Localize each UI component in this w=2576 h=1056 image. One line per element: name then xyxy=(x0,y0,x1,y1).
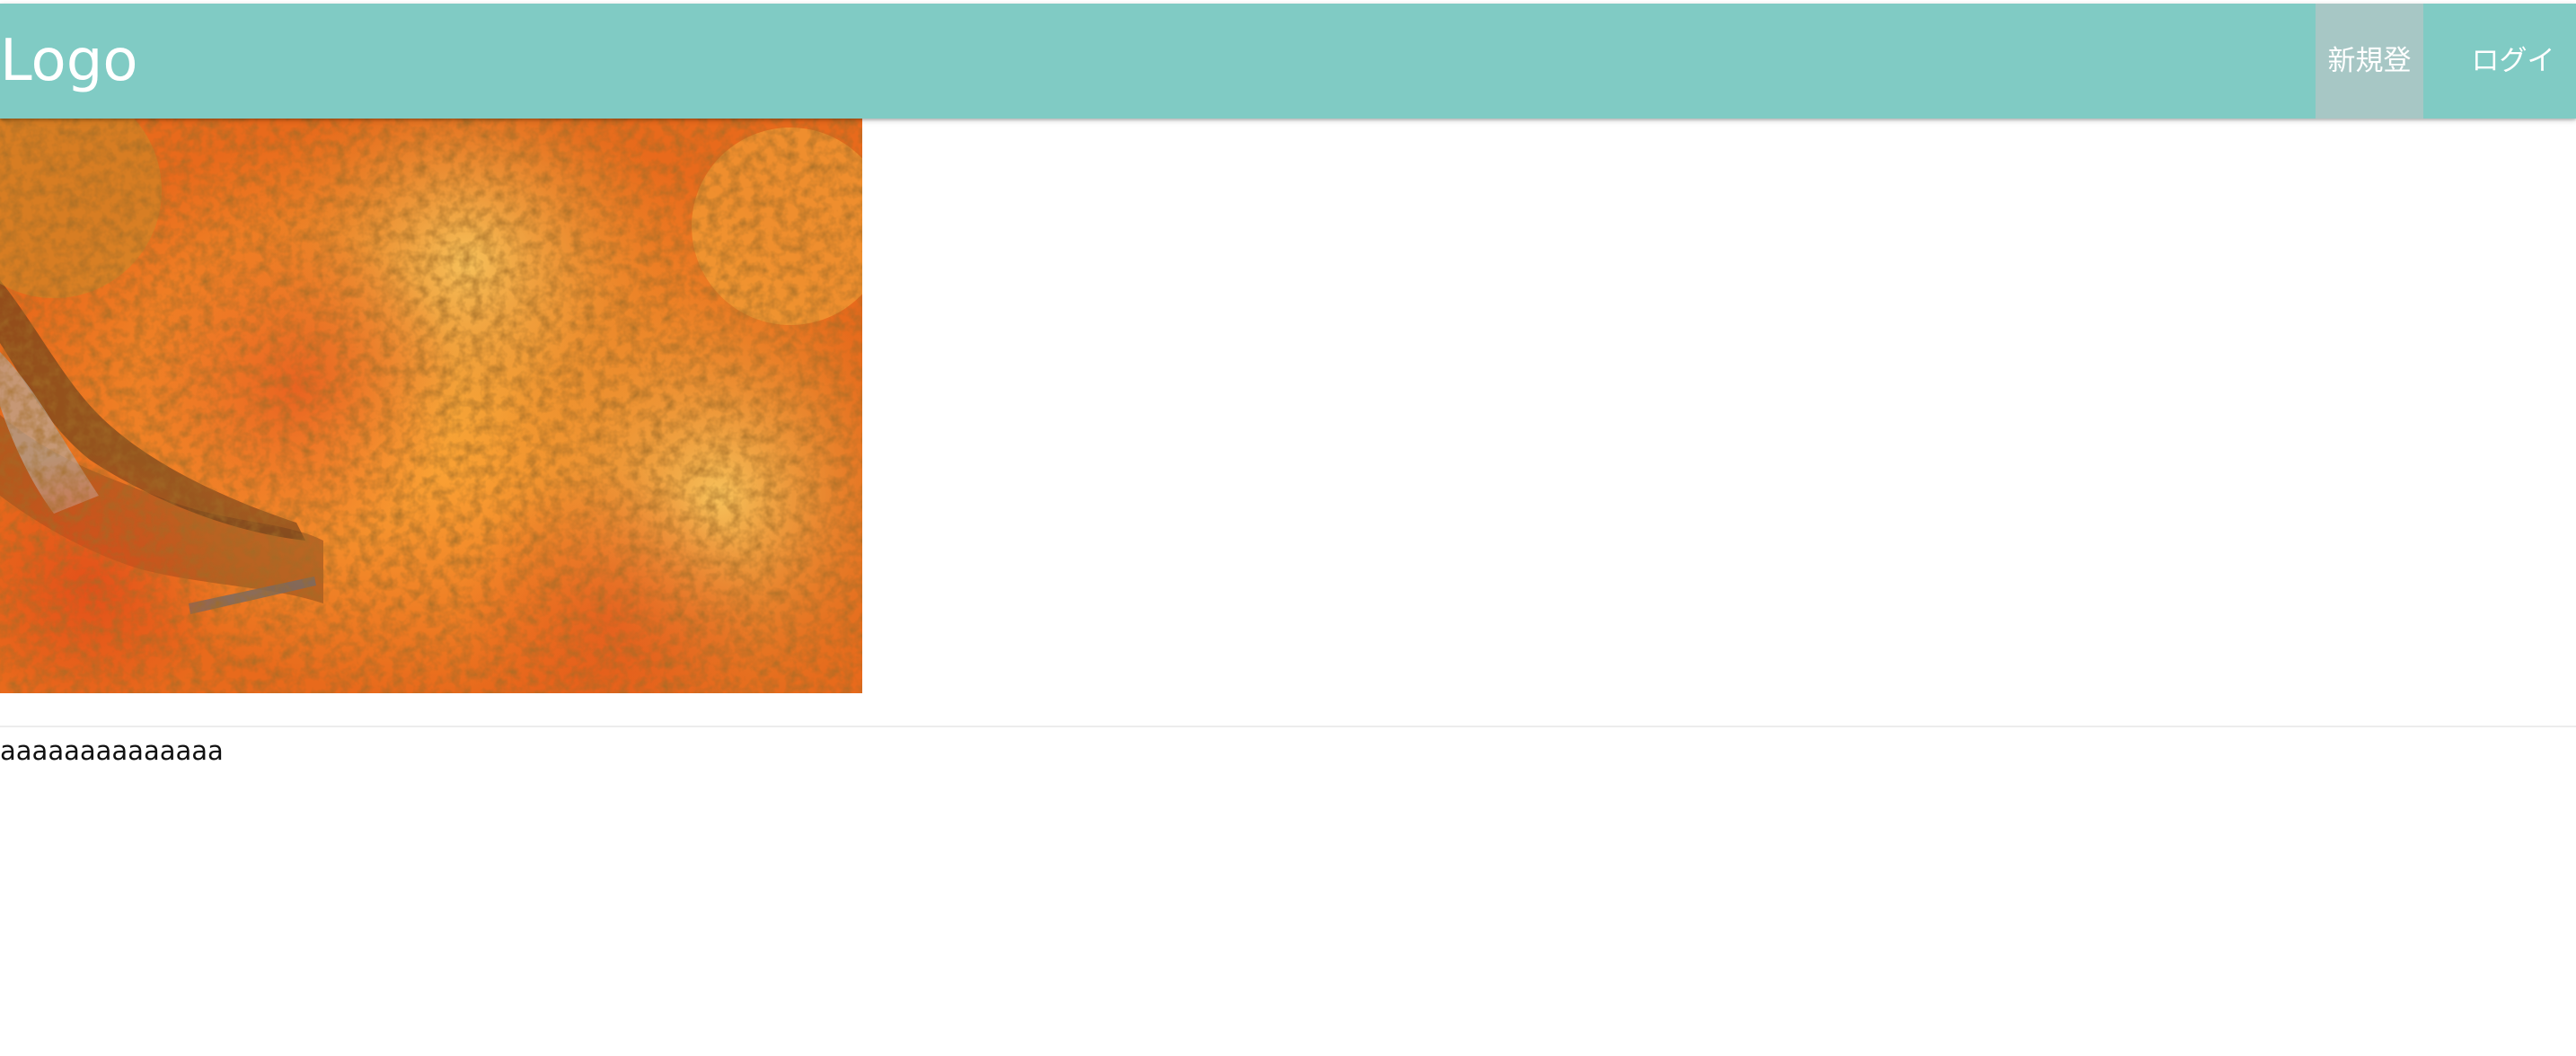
brand-logo[interactable]: Logo xyxy=(0,4,137,119)
autumn-foliage-illustration xyxy=(0,119,862,693)
autumn-foliage-photo xyxy=(0,119,862,693)
top-navbar: Logo 新規登録 ログイン xyxy=(0,4,2576,192)
nav-links: 新規登録 ログイン xyxy=(2316,4,2576,192)
nav-signup-link[interactable]: 新規登録 xyxy=(2316,4,2423,192)
nav-login-link[interactable]: ログイン xyxy=(2459,4,2567,192)
body-text: aaaaaaaaaaaaaa xyxy=(0,735,224,766)
content-divider xyxy=(0,726,2576,727)
